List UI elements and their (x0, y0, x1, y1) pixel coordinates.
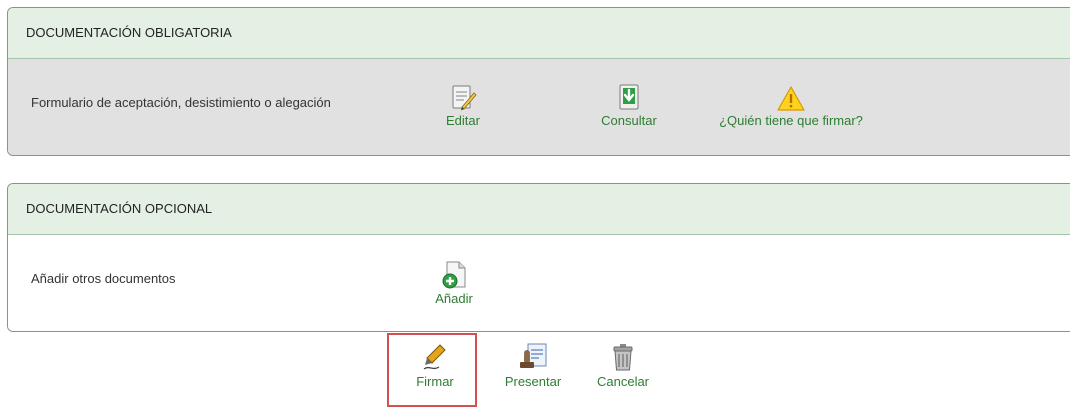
consult-label: Consultar (601, 113, 657, 128)
stamp-document-icon (520, 343, 547, 368)
cancel-button[interactable]: Cancelar (593, 342, 653, 389)
sign-button[interactable]: Firmar (410, 342, 460, 389)
download-document-icon (619, 84, 639, 110)
optional-panel-body: Añadir otros documentos Añadir (8, 235, 1070, 331)
add-document-icon (442, 261, 466, 289)
mandatory-panel-body: Formulario de aceptación, desistimiento … (8, 59, 1070, 155)
who-signs-button[interactable]: ¿Quién tiene que firmar? (716, 85, 866, 128)
acceptance-form-label: Formulario de aceptación, desistimiento … (31, 95, 331, 110)
consult-button[interactable]: Consultar (594, 83, 664, 128)
trash-can-icon (613, 344, 633, 371)
add-label: Añadir (435, 291, 473, 306)
pen-icon (423, 344, 446, 370)
submit-label: Presentar (504, 374, 562, 389)
sign-label: Firmar (416, 374, 454, 389)
optional-panel-title: DOCUMENTACIÓN OPCIONAL (8, 184, 1070, 235)
cancel-label: Cancelar (596, 374, 650, 389)
edit-label: Editar (446, 113, 480, 128)
warning-icon (777, 86, 805, 111)
who-signs-label: ¿Quién tiene que firmar? (719, 113, 863, 128)
add-button[interactable]: Añadir (426, 259, 482, 306)
submit-button[interactable]: Presentar (498, 342, 568, 389)
mandatory-panel-title: DOCUMENTACIÓN OBLIGATORIA (8, 8, 1070, 59)
add-other-documents-label: Añadir otros documentos (31, 271, 176, 286)
edit-button[interactable]: Editar (433, 83, 493, 128)
optional-documents-panel: DOCUMENTACIÓN OPCIONAL Añadir otros docu… (7, 183, 1070, 332)
mandatory-documents-panel: DOCUMENTACIÓN OBLIGATORIA Formulario de … (7, 7, 1070, 156)
edit-document-icon (452, 85, 477, 111)
